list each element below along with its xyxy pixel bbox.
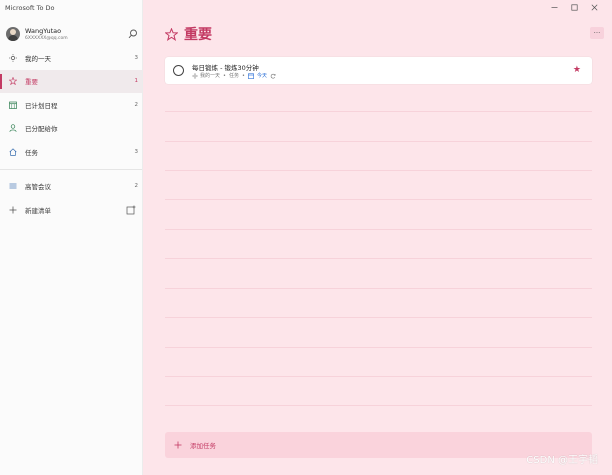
sidebar-item-label: 任务 [25,148,38,157]
sidebar-item-important[interactable]: 重要 1 [0,69,142,93]
app-title: Microsoft To Do [5,4,55,12]
window-controls [544,1,604,13]
meta-separator: • [223,72,226,79]
task-meta-list: 任务 [228,73,239,79]
row-line [165,288,592,289]
minimize-button[interactable] [544,1,564,13]
calendar-icon [9,101,17,109]
sidebar-item-label: 已计划日程 [25,101,58,110]
profile[interactable]: WangYutao 6XXXXXX@qq.com [6,27,138,43]
sidebar-item-label: 高管会议 [25,183,51,192]
row-line [165,405,592,406]
sidebar-item-label: 重要 [25,78,38,87]
list-header: 重要 [165,24,212,44]
meta-separator: • [241,72,245,79]
profile-email: 6XXXXXX@qq.com [25,36,68,41]
row-line [165,141,592,142]
sidebar-item-count: 2 [134,183,139,190]
task-item[interactable]: 每日锻炼 - 锻炼30分钟 我的一天 • 任务 • 今天 ★ [165,57,592,84]
sun-icon [9,53,17,62]
row-line [165,111,592,112]
row-line [165,199,592,200]
sidebar-divider [0,168,142,170]
sidebar-item-count: 3 [134,54,139,61]
list-icon [9,182,17,190]
sidebar-item-executive-meeting[interactable]: 高管会议 2 [0,175,142,199]
plus-icon [9,206,17,214]
sidebar-item-assigned[interactable]: 已分配给你 [0,117,142,141]
row-line [165,258,592,259]
sidebar: Microsoft To Do WangYutao 6XXXXXX@qq.com… [0,0,143,475]
star-icon [165,27,178,41]
profile-name: WangYutao [25,27,62,35]
watermark: CSDN @王宇韬 [526,455,598,466]
sidebar-item-count: 3 [134,148,139,155]
sidebar-item-my-day[interactable]: 我的一天 3 [0,46,142,70]
close-button[interactable] [584,1,604,13]
sidebar-item-label: 已分配给你 [25,125,58,134]
more-options-button[interactable]: ··· [590,27,604,39]
row-line [165,229,592,230]
new-list-button[interactable]: 新建清单 [0,198,142,222]
row-line [165,170,592,171]
calendar-icon [248,72,254,79]
new-group-icon[interactable] [126,205,136,215]
sidebar-item-planned[interactable]: 已计划日程 2 [0,93,142,117]
search-icon[interactable] [128,29,138,39]
person-icon [9,124,17,133]
row-line [165,317,592,318]
main-panel: 重要 ··· 每日锻炼 - 锻炼30分钟 我的一天 • 任务 • 今天 ★ 添加… [143,0,612,475]
page-title: 重要 [184,27,212,43]
repeat-icon [270,73,276,79]
plus-icon [174,441,182,449]
home-icon [9,148,17,156]
task-title: 每日锻炼 - 锻炼30分钟 [192,64,259,72]
task-checkbox[interactable] [173,65,184,76]
sidebar-item-count: 2 [134,101,139,108]
row-line [165,376,592,377]
task-meta-my-day: 我的一天 [200,73,221,79]
sidebar-item-tasks[interactable]: 任务 3 [0,140,142,164]
more-icon: ··· [593,29,601,37]
avatar[interactable] [6,27,20,41]
importance-star-icon[interactable]: ★ [573,65,581,75]
task-due-date: 今天 [256,73,267,79]
sidebar-item-label: 我的一天 [25,54,51,63]
sun-icon [192,72,198,79]
add-task-label: 添加任务 [190,442,216,450]
star-icon [9,77,17,86]
row-line [165,347,592,348]
maximize-button[interactable] [564,1,584,13]
task-meta: 我的一天 • 任务 • 今天 [192,72,276,79]
new-list-label: 新建清单 [25,206,51,215]
nav-list: 我的一天 3 重要 1 已计划日程 2 已分配给你 任务 3 高管会议 2 新建… [0,46,142,222]
sidebar-item-count: 1 [134,78,139,85]
